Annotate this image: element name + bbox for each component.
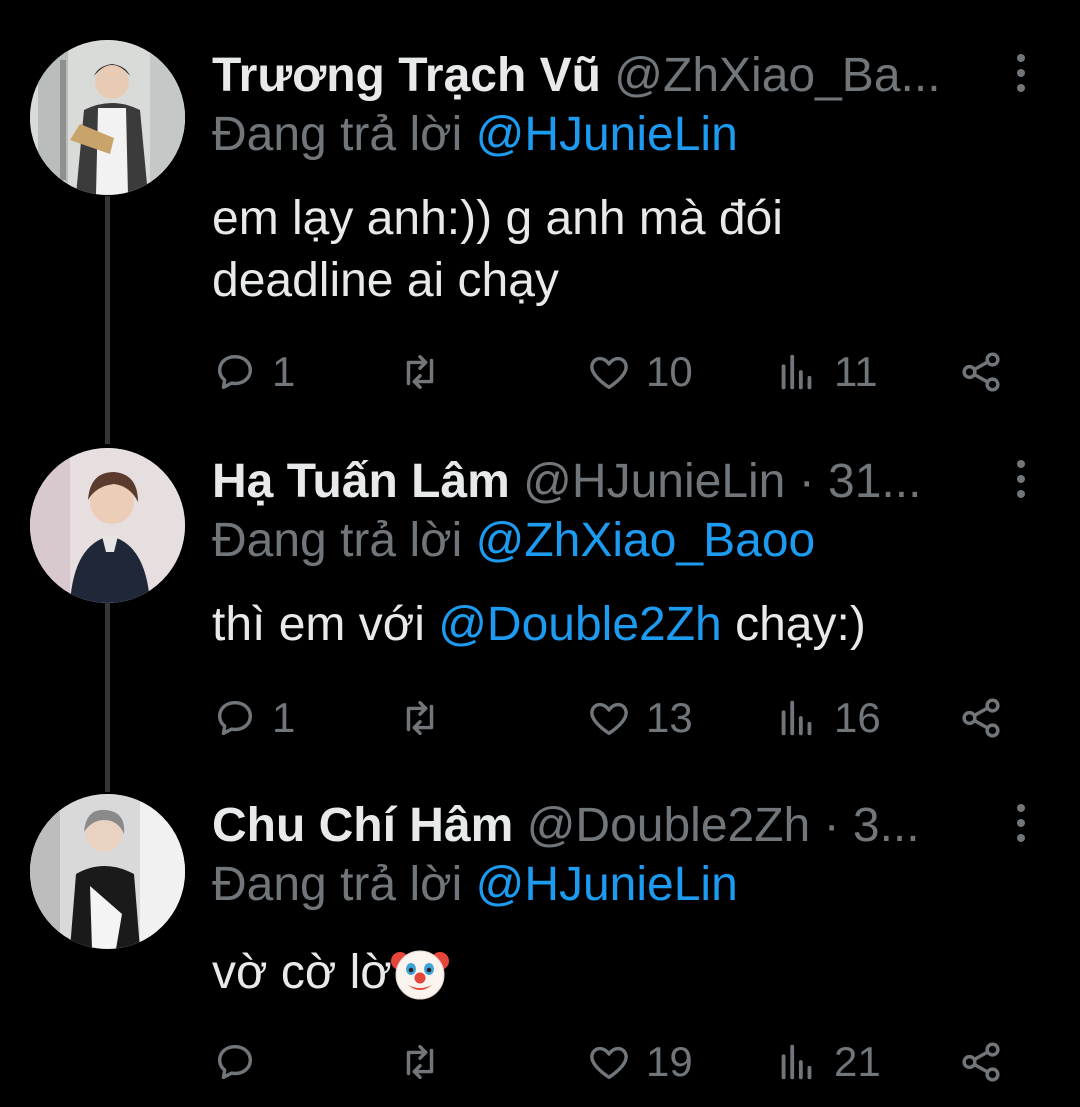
retweet-icon [406,1044,434,1080]
display-name[interactable]: Trương Trạch Vũ [212,49,601,102]
tweet-text-line: deadline ai chạy [212,254,559,307]
views-button[interactable]: 16 [774,688,881,748]
like-button[interactable]: 10 [586,342,693,402]
tweet-mention[interactable]: @Double2Zh [438,598,722,651]
like-button[interactable]: 13 [586,688,693,748]
tweet[interactable]: Hạ Tuấn Lâm @HJunieLin · 31... Đang trả … [0,442,1080,762]
display-name[interactable]: Chu Chí Hâm [212,799,513,852]
reply-count: 1 [272,694,296,741]
avatar[interactable] [30,794,185,949]
action-bar: 19 21 [212,1032,1010,1092]
reply-to-mention[interactable]: @HJunieLin [476,858,738,911]
reply-button[interactable]: 1 [212,688,295,748]
like-count: 13 [646,694,693,741]
views-icon [781,700,812,736]
heart-icon [590,702,628,736]
share-button[interactable] [958,342,1004,402]
user-handle[interactable]: @Double2Zh · 3... [527,799,920,852]
reply-context: Đang trả lời @HJunieLin [212,850,738,920]
views-count: 16 [834,694,881,741]
clown-face-icon [390,950,449,1000]
display-name[interactable]: Hạ Tuấn Lâm [212,455,510,508]
views-button[interactable]: 11 [774,342,878,402]
reply-icon [217,700,253,736]
reply-context: Đang trả lời @ZhXiao_Baoo [212,506,815,576]
tweet[interactable]: Chu Chí Hâm @Double2Zh · 3... Đang trả l… [0,786,1080,1106]
heart-icon [590,1046,628,1080]
views-icon [781,1044,812,1080]
user-handle[interactable]: @HJunieLin · 31... [523,455,921,508]
tweet-text: vờ cờ lờ [212,942,450,1004]
reply-prefix: Đang trả lời [212,514,463,567]
reply-button[interactable]: 1 [212,342,295,402]
retweet-button[interactable] [397,688,457,748]
retweet-button[interactable] [397,342,457,402]
like-count: 19 [646,1038,693,1085]
retweet-icon [406,700,434,736]
tweet-text: em lạy anh:)) g anh mà đói deadline ai c… [212,188,783,312]
like-count: 10 [646,348,693,395]
heart-icon [590,356,628,390]
tweet-text-line: em lạy anh:)) g anh mà đói [212,192,783,245]
tweet-text-part: thì em với [212,598,439,651]
tweet-text-part: chạy:) [721,598,866,651]
reply-context: Đang trả lời @HJunieLin [212,100,738,170]
views-count: 21 [834,1038,881,1085]
more-icon[interactable] [1014,460,1028,506]
reply-icon [217,1044,253,1080]
share-icon [962,1042,1000,1082]
action-bar: 1 13 16 [212,688,1010,748]
reply-count: 1 [272,348,296,395]
reply-to-mention[interactable]: @ZhXiao_Baoo [476,514,816,567]
views-button[interactable]: 21 [774,1032,881,1092]
views-count: 11 [834,348,878,395]
like-button[interactable]: 19 [586,1032,693,1092]
share-button[interactable] [958,688,1004,748]
avatar[interactable] [30,448,185,603]
retweet-icon [406,354,434,390]
retweet-button[interactable] [397,1032,457,1092]
reply-prefix: Đang trả lời [212,108,463,161]
action-bar: 1 10 11 [212,342,1010,402]
share-icon [962,698,1000,738]
views-icon [781,354,812,390]
share-icon [962,352,1000,392]
tweet-text-part: vờ cờ lờ [212,946,392,999]
reply-to-mention[interactable]: @HJunieLin [476,108,738,161]
more-icon[interactable] [1014,804,1028,850]
avatar[interactable] [30,40,185,195]
share-button[interactable] [958,1032,1004,1092]
tweet[interactable]: Trương Trạch Vũ @ZhXiao_Ba... Đang trả l… [0,36,1080,406]
reply-prefix: Đang trả lời [212,858,463,911]
reply-button[interactable] [212,1032,272,1092]
tweet-text: thì em với @Double2Zh chạy:) [212,594,866,656]
user-handle[interactable]: @ZhXiao_Ba... [614,49,940,102]
reply-icon [217,354,253,390]
more-icon[interactable] [1014,54,1028,100]
